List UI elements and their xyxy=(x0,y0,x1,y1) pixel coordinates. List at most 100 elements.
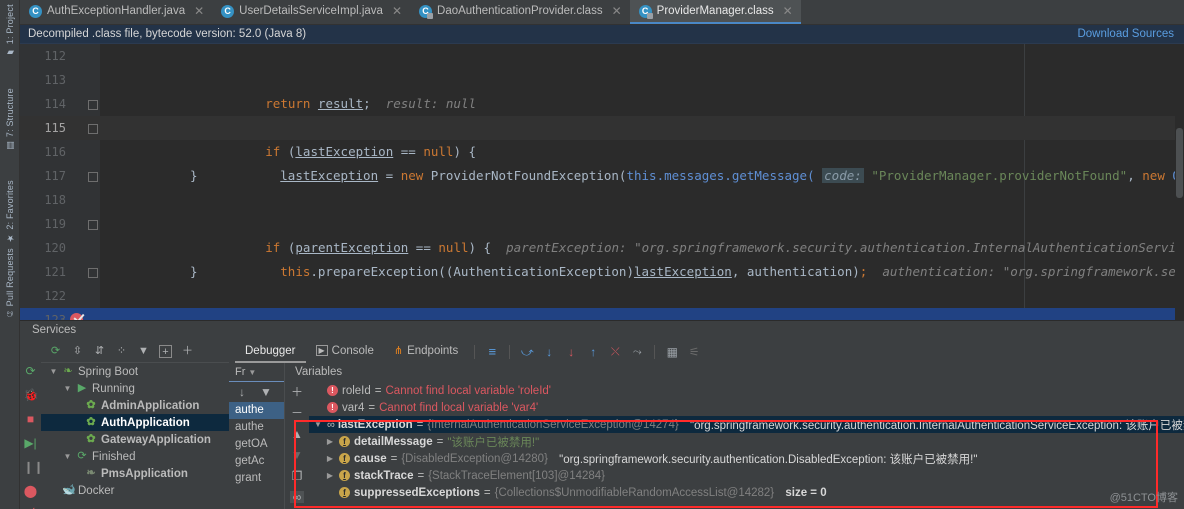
variable-row-cause[interactable]: ▶ f cause = {DisabledException@14280} "o… xyxy=(309,450,1184,467)
debug-icon[interactable]: 🐞 xyxy=(24,388,39,402)
rerun-icon[interactable]: ⟳ xyxy=(24,364,38,378)
step-out-icon[interactable]: ↑ xyxy=(585,344,601,360)
chevron-right-icon[interactable]: ▶ xyxy=(325,471,335,480)
service-node-spring-boot[interactable]: ▼ ❧ Spring Boot xyxy=(41,363,229,380)
service-node-docker[interactable]: 🐋 Docker xyxy=(41,482,229,499)
pause-icon[interactable]: ❙❙ xyxy=(24,460,44,474)
code-line[interactable]: 120 this.prepareException((Authenticatio… xyxy=(20,236,1184,279)
step-into-icon[interactable]: ↓ xyxy=(541,344,557,360)
filter-icon[interactable]: ▼ xyxy=(259,386,273,398)
tab-endpoints[interactable]: ⋔ Endpoints xyxy=(384,340,468,363)
code-line[interactable]: 116 lastException = new ProviderNotFound… xyxy=(20,140,1184,183)
add-service-icon[interactable]: ＋ xyxy=(181,345,194,358)
drop-frame-icon[interactable]: ⤬ xyxy=(607,344,623,360)
move-up-icon[interactable]: ▲ xyxy=(290,428,304,440)
variable-ref: {StackTraceElement[103]@14284} xyxy=(428,469,606,482)
sidebar-item-project[interactable]: ▰ 1: Project xyxy=(0,4,20,57)
service-node-running[interactable]: ▼ ▶ Running xyxy=(41,380,229,397)
move-down-icon[interactable]: ▼ xyxy=(290,449,304,461)
fold-end-icon[interactable] xyxy=(88,100,98,110)
variable-row-detailmessage[interactable]: ▶ f detailMessage = "该账户已被禁用!" xyxy=(309,433,1184,450)
close-icon[interactable]: ✕ xyxy=(392,4,402,18)
service-node-finished[interactable]: ▼ ⟳ Finished xyxy=(41,448,229,465)
chevron-down-icon[interactable]: ▼ xyxy=(248,368,256,377)
java-class-icon: C xyxy=(29,4,42,18)
tab-console[interactable]: ▶ Console xyxy=(306,340,384,363)
fold-end-icon[interactable] xyxy=(88,172,98,182)
layout-icon[interactable]: ≡ xyxy=(484,344,500,360)
sidebar-item-structure[interactable]: ▥ 7: Structure xyxy=(0,88,20,150)
group-by-icon[interactable]: ⁘ xyxy=(115,345,128,358)
variable-row-suppressedexceptions[interactable]: f suppressedExceptions = {Collections$Un… xyxy=(309,484,1184,501)
frame-row[interactable]: getOA xyxy=(229,436,284,453)
breakpoint-icon[interactable] xyxy=(70,313,83,320)
variable-row-var4[interactable]: ! var4 = Cannot find local variable 'var… xyxy=(309,399,1184,416)
editor-tab-providermanager[interactable]: C ProviderManager.class ✕ xyxy=(629,0,801,24)
editor-tab-userdetailsserviceimpl[interactable]: C UserDetailsServiceImpl.java ✕ xyxy=(212,0,410,24)
chevron-down-icon[interactable]: ▼ xyxy=(49,367,58,376)
export-icon[interactable]: ↓ xyxy=(235,386,249,398)
mute-breakpoints-icon[interactable]: ⬤ xyxy=(24,484,38,498)
chevron-down-icon[interactable]: ▼ xyxy=(63,452,72,461)
chevron-right-icon[interactable]: ▶ xyxy=(325,454,335,463)
variable-equals: = xyxy=(417,469,425,482)
code-line[interactable]: 119 if (parentException == null) { paren… xyxy=(20,212,1184,255)
close-icon[interactable]: ✕ xyxy=(194,4,204,18)
code-editor[interactable]: 112 113 return result; result: null 114 … xyxy=(20,44,1184,320)
code-line[interactable]: 118 xyxy=(20,188,1184,212)
sidebar-item-favorites[interactable]: ★ 2: Favorites xyxy=(0,180,20,243)
variable-row-stacktrace[interactable]: ▶ f stackTrace = {StackTraceElement[103]… xyxy=(309,467,1184,484)
fold-end-icon[interactable] xyxy=(88,268,98,278)
code-line[interactable]: 122 xyxy=(20,284,1184,308)
force-step-into-icon[interactable]: ↓ xyxy=(563,344,579,360)
frames-header[interactable]: Fr ▼ xyxy=(229,363,284,382)
rerun-service-icon[interactable]: ⟳ xyxy=(49,345,62,358)
scrollbar-thumb[interactable] xyxy=(1176,128,1183,198)
expand-all-icon[interactable]: ⇳ xyxy=(71,345,84,358)
tab-debugger[interactable]: Debugger xyxy=(235,340,306,363)
fold-start-icon[interactable] xyxy=(88,220,98,230)
chevron-down-icon[interactable]: ▼ xyxy=(63,384,72,393)
download-sources-link[interactable]: Download Sources xyxy=(1077,28,1174,40)
code-line[interactable]: 121 } xyxy=(20,260,1184,284)
service-node-authapplication[interactable]: ✿ AuthApplication xyxy=(41,414,229,431)
code-line[interactable]: 113 return result; result: null xyxy=(20,68,1184,111)
code-line[interactable]: 112 xyxy=(20,44,1184,68)
service-node-adminapplication[interactable]: ✿ AdminApplication xyxy=(41,397,229,414)
fold-start-icon[interactable] xyxy=(88,124,98,134)
add-watch-icon[interactable]: ＋ xyxy=(290,386,304,398)
copy-icon[interactable]: ❐ xyxy=(290,470,304,482)
step-over-icon[interactable]: ⤻ xyxy=(519,344,535,360)
service-node-gatewayapplication[interactable]: ✿ GatewayApplication xyxy=(41,431,229,448)
collapse-all-icon[interactable]: ⇵ xyxy=(93,345,106,358)
stop-icon[interactable]: ■ xyxy=(24,412,38,426)
resume-icon[interactable]: ▶| xyxy=(24,436,38,450)
inspect-icon[interactable]: ∞ xyxy=(290,491,304,503)
editor-tab-authexceptionhandler[interactable]: C AuthExceptionHandler.java ✕ xyxy=(20,0,212,24)
sidebar-item-pull-requests[interactable]: ⎌ Pull Requests xyxy=(0,248,20,318)
settings-icon[interactable]: ⚟ xyxy=(686,344,702,360)
service-node-pmsapplication[interactable]: ❧ PmsApplication xyxy=(41,465,229,482)
filter-icon[interactable]: ▼ xyxy=(137,345,150,358)
chevron-right-icon[interactable]: ▶ xyxy=(325,437,335,446)
code-line[interactable]: 115 if (lastException == null) { xyxy=(20,116,1184,159)
editor-vertical-scrollbar[interactable] xyxy=(1175,88,1184,320)
frame-row[interactable]: authe xyxy=(229,419,284,436)
evaluate-icon[interactable]: ▦ xyxy=(664,344,680,360)
frame-row[interactable]: grant xyxy=(229,470,284,487)
field-icon: f xyxy=(339,487,350,498)
code-line[interactable]: 117 } xyxy=(20,164,1184,188)
run-to-cursor-icon[interactable]: ⤳ xyxy=(629,344,645,360)
variable-row-lastexception[interactable]: ▼ ∞ lastException = {InternalAuthenticat… xyxy=(309,416,1184,433)
close-icon[interactable]: ✕ xyxy=(783,4,793,18)
show-config-icon[interactable]: + xyxy=(159,344,172,358)
frame-row[interactable]: authe xyxy=(229,402,284,419)
editor-tab-daoauthenticationprovider[interactable]: C DaoAuthenticationProvider.class ✕ xyxy=(410,0,630,24)
chevron-down-icon[interactable]: ▼ xyxy=(313,420,323,429)
frame-row[interactable]: getAc xyxy=(229,453,284,470)
code-line-current-execution[interactable]: 123 throw lastException; lastException: … xyxy=(20,308,1184,320)
code-line[interactable]: 114 } else { xyxy=(20,92,1184,135)
remove-watch-icon[interactable]: － xyxy=(290,407,304,419)
variable-row-roleid[interactable]: ! roleId = Cannot find local variable 'r… xyxy=(309,382,1184,399)
close-icon[interactable]: ✕ xyxy=(612,4,622,18)
